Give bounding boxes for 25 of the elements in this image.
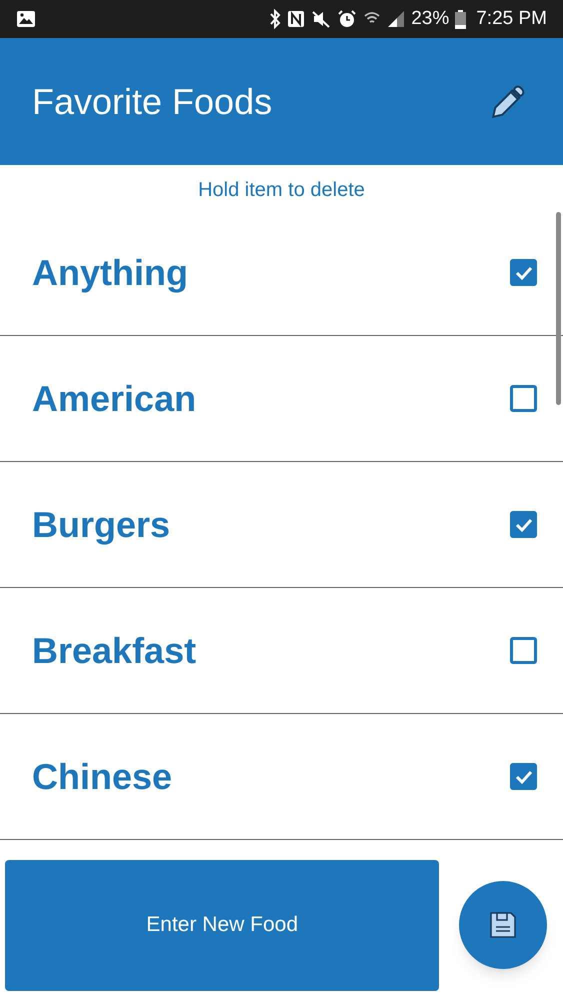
hint-text: Hold item to delete (197, 178, 366, 203)
food-label: Anything (32, 250, 189, 295)
image-icon (16, 10, 36, 28)
app-title: Favorite Foods (32, 80, 274, 124)
alarm-icon (337, 9, 358, 29)
bluetooth-icon (269, 9, 282, 29)
food-label: Breakfast (32, 628, 198, 672)
checkbox[interactable] (510, 385, 537, 412)
mute-icon (311, 10, 332, 28)
food-label: Burgers (32, 502, 172, 547)
food-label: American (32, 376, 198, 420)
checkbox[interactable] (510, 763, 537, 790)
clock-time: 7:25 PM (476, 6, 547, 31)
checkbox[interactable] (510, 511, 537, 538)
battery-percent: 23% (411, 6, 450, 31)
signal-icon (387, 10, 406, 28)
list-item[interactable]: Breakfast (0, 588, 563, 714)
battery-icon (455, 10, 466, 28)
food-label: Chinese (32, 754, 174, 798)
list-item[interactable]: Burgers (0, 462, 563, 588)
nfc-icon (287, 10, 306, 28)
new-food-button[interactable]: Enter New Food (5, 860, 440, 990)
list-item[interactable]: Chinese (0, 714, 563, 840)
checkbox[interactable] (510, 637, 537, 664)
checkbox[interactable] (510, 259, 537, 286)
